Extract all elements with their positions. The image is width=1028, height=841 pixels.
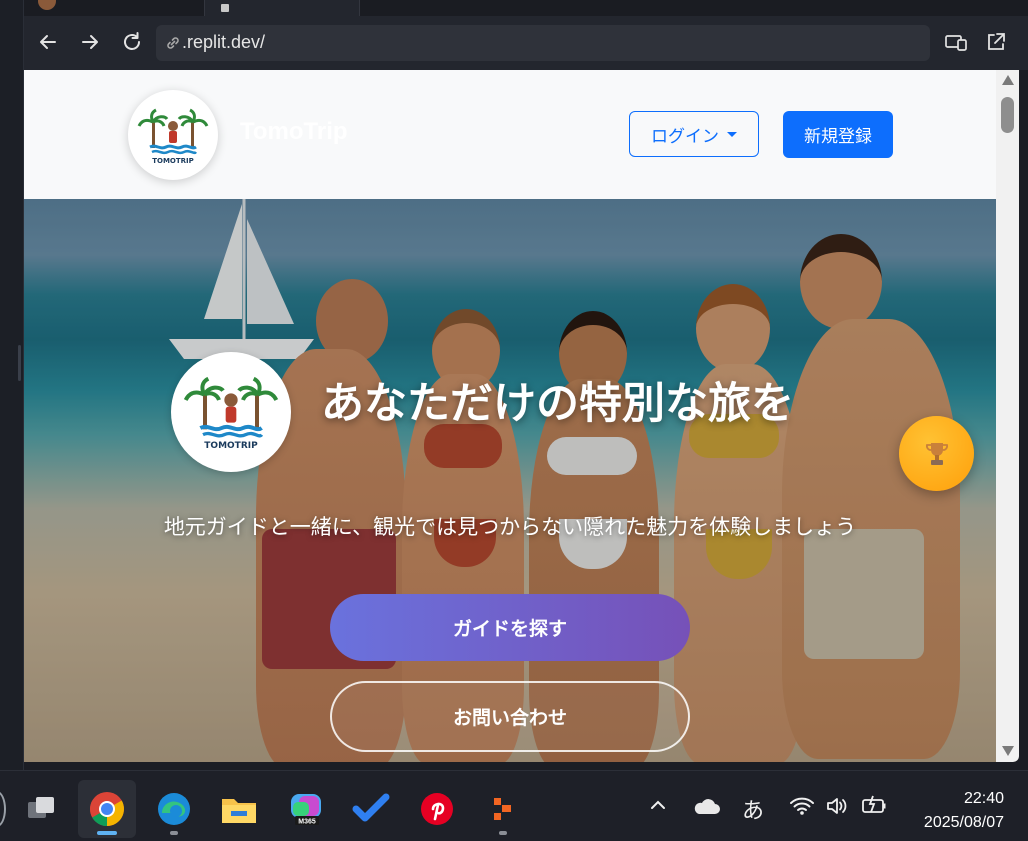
chevron-up-icon[interactable] bbox=[648, 795, 668, 820]
address-bar[interactable]: .replit.dev/ bbox=[156, 25, 930, 61]
logo-caption: TOMOTRIP bbox=[152, 157, 194, 165]
orange-app-icon[interactable] bbox=[474, 780, 532, 838]
cloud-icon[interactable] bbox=[692, 797, 720, 821]
clock-time: 22:40 bbox=[963, 790, 1004, 807]
battery-icon[interactable] bbox=[860, 794, 888, 821]
tab-favicon-icon bbox=[221, 4, 229, 12]
page-viewport: TOMOTRIP TomoTrip ログイン 新規登録 TOMOTRIP あなた… bbox=[24, 70, 996, 762]
hero-title: あなただけの特別な旅を bbox=[321, 379, 794, 429]
site-logo[interactable]: TOMOTRIP bbox=[128, 90, 218, 180]
folder-icon[interactable] bbox=[210, 780, 268, 838]
reload-icon[interactable] bbox=[118, 28, 146, 56]
browser-toolbar: .replit.dev/ bbox=[24, 16, 1028, 70]
open-in-new-tab-icon[interactable] bbox=[982, 28, 1010, 56]
trophy-icon bbox=[925, 442, 948, 465]
chrome-icon[interactable] bbox=[78, 780, 136, 838]
hero-logo: TOMOTRIP bbox=[171, 352, 291, 472]
forward-arrow-icon[interactable] bbox=[76, 28, 104, 56]
signup-button[interactable]: 新規登録 bbox=[783, 111, 893, 158]
clock-date: 2025/08/07 bbox=[923, 814, 1004, 831]
window-resize-handle[interactable] bbox=[18, 345, 21, 381]
hero-overlay bbox=[24, 199, 996, 762]
hero-section: TOMOTRIP あなただけの特別な旅を 地元ガイドと一緒に、観光では見つからな… bbox=[24, 199, 996, 762]
task-view-icon[interactable] bbox=[12, 780, 70, 838]
running-indicator bbox=[170, 831, 178, 835]
pinterest-icon[interactable] bbox=[408, 780, 466, 838]
windows-taskbar: M365 あ 22:40 2025/08/07 bbox=[0, 770, 1028, 841]
m365-icon[interactable]: M365 bbox=[277, 780, 335, 838]
ime-indicator[interactable]: あ bbox=[742, 793, 764, 825]
hero-subtitle: 地元ガイドと一緒に、観光では見つからない隠れた魅力を体験しましょう bbox=[163, 515, 857, 539]
url-text[interactable]: .replit.dev/ bbox=[182, 32, 265, 53]
svg-text:M365: M365 bbox=[298, 819, 316, 826]
volume-icon[interactable] bbox=[825, 796, 849, 821]
trophy-floating-button[interactable] bbox=[899, 416, 974, 491]
page-scrollbar[interactable] bbox=[996, 70, 1019, 762]
contact-button[interactable]: お問い合わせ bbox=[330, 681, 690, 752]
login-label: ログイン bbox=[651, 126, 719, 147]
system-clock[interactable]: 22:40 2025/08/07 bbox=[924, 787, 1004, 835]
device-toolbar-icon[interactable] bbox=[942, 28, 970, 56]
search-icon[interactable] bbox=[0, 791, 6, 827]
login-dropdown-button[interactable]: ログイン bbox=[629, 111, 759, 157]
site-header: TOMOTRIP TomoTrip ログイン 新規登録 bbox=[24, 70, 996, 199]
link-icon bbox=[164, 34, 182, 52]
brand-name[interactable]: TomoTrip bbox=[240, 118, 348, 146]
active-indicator bbox=[97, 831, 117, 835]
edge-icon[interactable] bbox=[145, 780, 203, 838]
running-indicator bbox=[499, 831, 507, 835]
find-guide-button[interactable]: ガイドを探す bbox=[330, 594, 690, 661]
profile-avatar-icon[interactable] bbox=[38, 0, 56, 10]
hero-logo-caption: TOMOTRIP bbox=[204, 441, 258, 451]
chevron-down-icon bbox=[727, 131, 737, 137]
palm-logo-icon bbox=[137, 108, 209, 160]
back-arrow-icon[interactable] bbox=[34, 28, 62, 56]
scroll-thumb[interactable] bbox=[1001, 97, 1014, 133]
browser-tab-active[interactable] bbox=[204, 0, 360, 16]
palm-logo-icon bbox=[183, 376, 279, 438]
checkmark-icon[interactable] bbox=[342, 780, 400, 838]
tab-strip bbox=[24, 0, 1028, 16]
scroll-down-arrow-icon[interactable] bbox=[1002, 746, 1014, 756]
window-bottom-edge bbox=[24, 762, 1028, 770]
scroll-up-arrow-icon[interactable] bbox=[1002, 75, 1014, 85]
wifi-icon[interactable] bbox=[789, 796, 815, 821]
desktop-left-edge bbox=[0, 0, 24, 770]
